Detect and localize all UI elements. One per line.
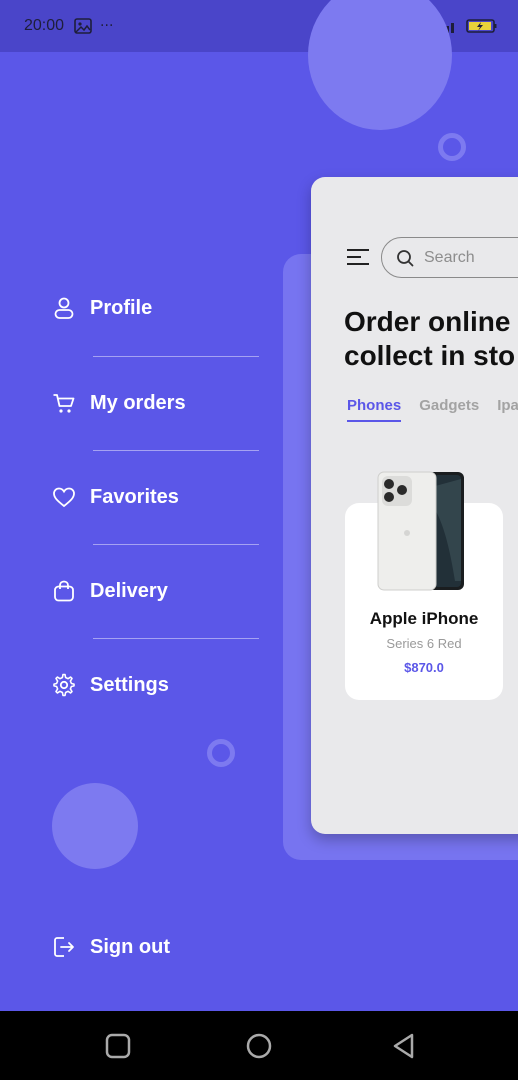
user-icon: [54, 297, 74, 319]
search-input[interactable]: Search: [381, 237, 518, 278]
page-headline: Order online collect in sto: [344, 305, 518, 373]
menu-label-delivery: Delivery: [90, 579, 168, 602]
headline-line-2: collect in sto: [344, 340, 516, 371]
product-price: $870.0: [404, 660, 444, 675]
cart-icon: [53, 394, 75, 413]
menu-label-favorites: Favorites: [90, 485, 179, 508]
search-placeholder: Search: [424, 248, 475, 266]
menu-item-my-orders[interactable]: My orders: [52, 391, 186, 415]
menu-divider: [93, 356, 259, 357]
search-icon: [397, 249, 414, 266]
recents-square-icon[interactable]: [104, 1032, 132, 1060]
menu-divider: [93, 544, 259, 545]
menu-label-my-orders: My orders: [90, 391, 186, 414]
status-time: 20:00: [24, 17, 65, 34]
decor-ring-top: [438, 133, 466, 161]
menu-divider: [93, 450, 259, 451]
home-circle-icon[interactable]: [245, 1032, 273, 1060]
menu-label-profile: Profile: [90, 296, 153, 319]
iphone-image: [377, 471, 464, 591]
product-name: Apple iPhone: [369, 609, 479, 628]
menu-item-settings[interactable]: Settings: [52, 673, 169, 697]
main-screen-card[interactable]: Search Order online collect in sto Phone…: [311, 177, 518, 834]
gear-icon: [53, 673, 75, 697]
bag-icon: [54, 580, 74, 602]
decor-ring-middle: [207, 739, 235, 767]
gallery-icon: [74, 18, 92, 34]
system-nav-bar: [0, 1011, 518, 1080]
product-subtitle: Series 6 Red: [386, 636, 462, 651]
back-triangle-icon[interactable]: [390, 1032, 418, 1060]
menu-item-favorites[interactable]: Favorites: [52, 485, 179, 509]
menu-divider: [93, 638, 259, 639]
sign-out-label: Sign out: [90, 935, 170, 958]
more-dots-icon: ···: [100, 18, 114, 34]
battery-icon: [466, 19, 497, 33]
logout-icon: [54, 937, 74, 957]
decor-circle-top: [308, 0, 452, 130]
status-left-icons: ···: [74, 18, 113, 34]
menu-item-profile[interactable]: Profile: [52, 296, 152, 320]
hamburger-menu-icon[interactable]: [347, 249, 369, 265]
menu-item-delivery[interactable]: Delivery: [52, 579, 168, 603]
menu-label-settings: Settings: [90, 673, 169, 696]
sign-out-button[interactable]: Sign out: [52, 935, 170, 959]
tab-phones[interactable]: Phones: [347, 397, 402, 422]
decor-circle-middle: [52, 783, 138, 869]
heart-icon: [53, 487, 75, 508]
tab-gadgets[interactable]: Gadgets: [419, 397, 479, 422]
headline-line-1: Order online: [344, 306, 511, 337]
category-tabs: Phones Gadgets Ipac: [347, 397, 518, 422]
tab-ipads[interactable]: Ipac: [497, 397, 518, 422]
